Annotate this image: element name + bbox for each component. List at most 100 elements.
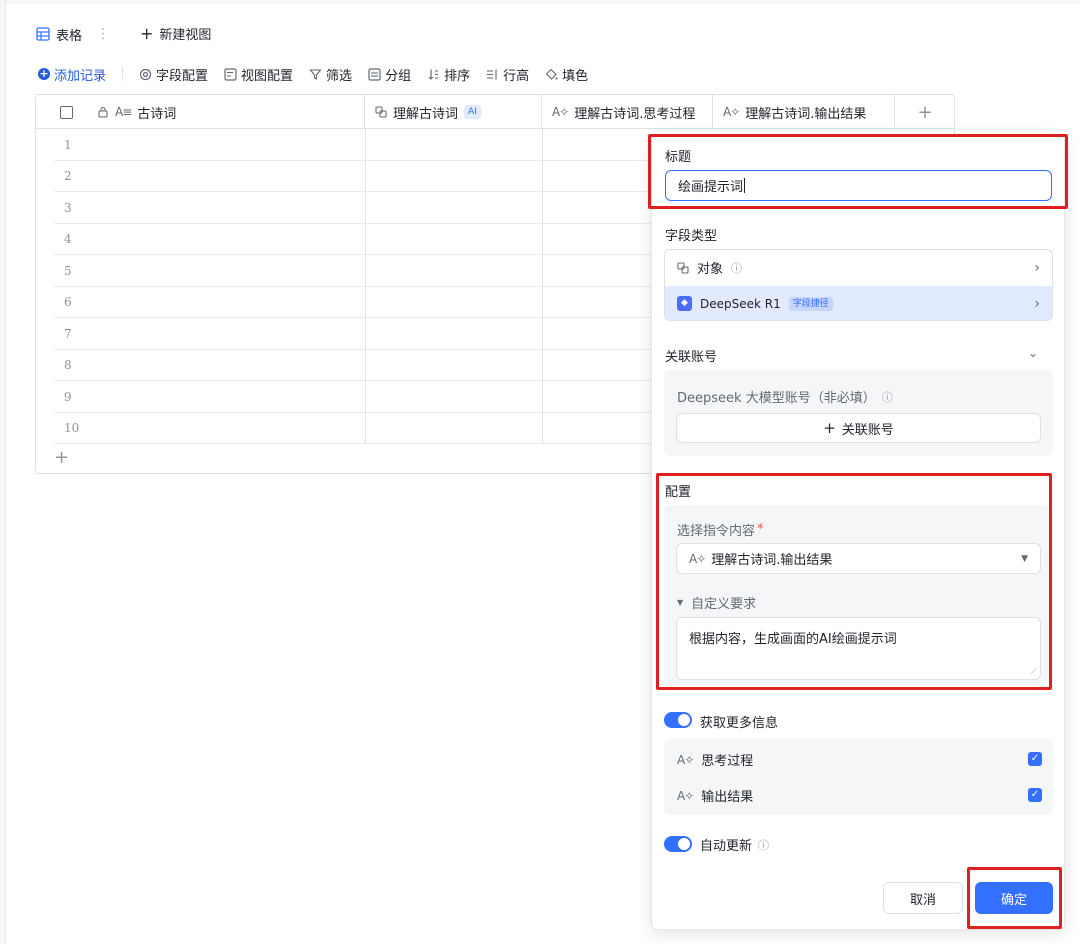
instruction-select-value: 理解古诗词.输出结果	[711, 553, 833, 568]
text-field-icon: A≡	[115, 105, 132, 119]
filter-icon	[309, 68, 322, 80]
group-label: 分组	[385, 68, 412, 84]
field-config-label: 字段配置	[156, 68, 209, 84]
ai-tag: AI	[464, 105, 481, 119]
row-number: 1	[64, 137, 72, 152]
lock-icon	[98, 106, 108, 118]
plus-icon: +	[823, 419, 836, 437]
tab-table[interactable]: 表格 ⋮	[24, 14, 122, 54]
deepseek-logo-icon: ◆	[677, 296, 692, 311]
config-label: 配置	[665, 485, 692, 500]
more-info-item-output: A✧ 输出结果	[677, 786, 753, 806]
custom-requirement-textarea[interactable]: 根据内容，生成画面的AI绘画提示词 ⟋	[676, 617, 1041, 680]
dropdown-arrow-icon: ▼	[1021, 553, 1028, 564]
row-height-label: 行高	[503, 68, 530, 84]
custom-requirement-label: 自定义要求	[691, 597, 757, 612]
instruction-label: 选择指令内容	[677, 524, 756, 539]
column-header-thinking[interactable]: A✧ 理解古诗词.思考过程	[542, 95, 713, 129]
column-header-poem[interactable]: A≡ 古诗词	[36, 95, 365, 129]
tab-table-label: 表格	[56, 28, 83, 44]
filter-label: 筛选	[326, 68, 353, 84]
more-info-item-thinking: A✧ 思考过程	[677, 750, 754, 770]
row-number: 10	[64, 421, 80, 435]
sort-button[interactable]: 排序	[427, 65, 470, 84]
ai-text-icon: A✧	[689, 551, 706, 566]
auto-update-toggle[interactable]	[664, 836, 692, 852]
row-number: 6	[64, 295, 72, 309]
view-config-button[interactable]: 视图配置	[224, 65, 293, 84]
ai-text-icon: A✧	[552, 105, 569, 119]
column-header-label: 理解古诗词.输出结果	[745, 106, 867, 122]
filter-button[interactable]: 筛选	[309, 65, 352, 84]
column-header-label: 理解古诗词	[393, 106, 459, 122]
object-icon	[375, 106, 387, 118]
left-edge	[0, 0, 6, 944]
title-label: 标题	[665, 150, 692, 165]
add-record-button[interactable]: + 添加记录	[38, 65, 106, 84]
more-vertical-icon[interactable]: ⋮	[96, 26, 110, 42]
row-number: 8	[64, 358, 72, 372]
column-header-label: 理解古诗词.思考过程	[574, 106, 696, 122]
custom-requirement-value: 根据内容，生成画面的AI绘画提示词	[689, 632, 897, 647]
thinking-checkbox[interactable]: ✓	[1028, 752, 1042, 766]
field-config-button[interactable]: 字段配置	[139, 65, 208, 84]
add-column-button[interactable]: +	[895, 95, 954, 129]
row-number: 9	[64, 389, 72, 404]
top-edge	[6, 0, 1080, 4]
field-type-list: 对象 ⓘ › ◆ DeepSeek R1 字段捷径 ›	[664, 249, 1053, 321]
cancel-button[interactable]: 取消	[883, 882, 963, 914]
account-section-label: 关联账号	[665, 350, 718, 365]
table-header: A≡ 古诗词 理解古诗词 AI A✧ 理解古诗词.思考过程 A✧ 理解古诗词.输…	[36, 95, 954, 129]
gear-icon	[139, 68, 152, 80]
more-info-item-label: 思考过程	[701, 754, 754, 769]
instruction-select[interactable]: A✧ 理解古诗词.输出结果 ▼	[676, 543, 1041, 574]
resize-handle-icon[interactable]: ⟋	[1031, 667, 1037, 677]
new-view-label: 新建视图	[159, 28, 212, 43]
toolbar: + 添加记录 字段配置 视图配置 筛选 分组 排序 行高 填色	[38, 64, 604, 84]
confirm-button[interactable]: 确定	[975, 882, 1053, 914]
paint-bucket-icon	[545, 68, 558, 80]
field-type-object-option[interactable]: 对象 ⓘ ›	[665, 250, 1052, 285]
field-type-deepseek-option[interactable]: ◆ DeepSeek R1 字段捷径 ›	[665, 286, 1052, 320]
column-header-output[interactable]: A✧ 理解古诗词.输出结果	[713, 95, 895, 129]
chevron-right-icon: ›	[1034, 295, 1040, 312]
new-view-button[interactable]: + 新建视图	[140, 24, 211, 43]
plus-icon: +	[140, 24, 154, 43]
row-number: 2	[64, 169, 72, 183]
sort-label: 排序	[444, 68, 471, 84]
link-account-button[interactable]: + 关联账号	[676, 413, 1041, 443]
ai-text-icon: A✧	[677, 788, 694, 803]
view-config-label: 视图配置	[241, 68, 294, 84]
link-account-label: 关联账号	[841, 422, 894, 438]
fill-color-button[interactable]: 填色	[545, 65, 588, 84]
info-icon: ⓘ	[881, 390, 893, 404]
field-type-object-label: 对象	[697, 262, 724, 277]
auto-update-row: 自动更新 ⓘ	[700, 835, 770, 855]
column-header-label: 古诗词	[137, 106, 177, 122]
add-row-button[interactable]: +	[54, 447, 69, 468]
sort-icon	[428, 69, 439, 80]
add-record-label: 添加记录	[54, 68, 107, 84]
field-type-model-label: DeepSeek R1	[700, 296, 781, 311]
more-info-label: 获取更多信息	[700, 716, 779, 731]
text-caret	[744, 178, 746, 193]
object-icon	[677, 261, 689, 274]
more-info-toggle[interactable]	[664, 712, 692, 728]
auto-update-label: 自动更新	[700, 839, 753, 854]
ai-text-icon: A✧	[677, 752, 694, 767]
row-number: 5	[64, 263, 72, 278]
title-input[interactable]: 绘画提示词	[665, 170, 1052, 201]
view-config-icon	[224, 67, 237, 81]
column-header-understand[interactable]: 理解古诗词 AI	[365, 95, 542, 129]
row-height-button[interactable]: 行高	[486, 65, 529, 84]
fill-color-label: 填色	[562, 68, 589, 84]
info-icon: ⓘ	[758, 838, 770, 852]
chevron-right-icon: ›	[1034, 259, 1040, 276]
info-icon: ⓘ	[731, 261, 743, 275]
output-checkbox[interactable]: ✓	[1028, 788, 1042, 802]
chevron-down-icon[interactable]: ⌄	[1028, 346, 1038, 360]
select-all-checkbox[interactable]	[60, 105, 73, 119]
custom-requirement-toggle[interactable]: ▼ 自定义要求	[677, 593, 756, 612]
field-type-label: 字段类型	[665, 229, 718, 244]
group-button[interactable]: 分组	[368, 65, 411, 84]
